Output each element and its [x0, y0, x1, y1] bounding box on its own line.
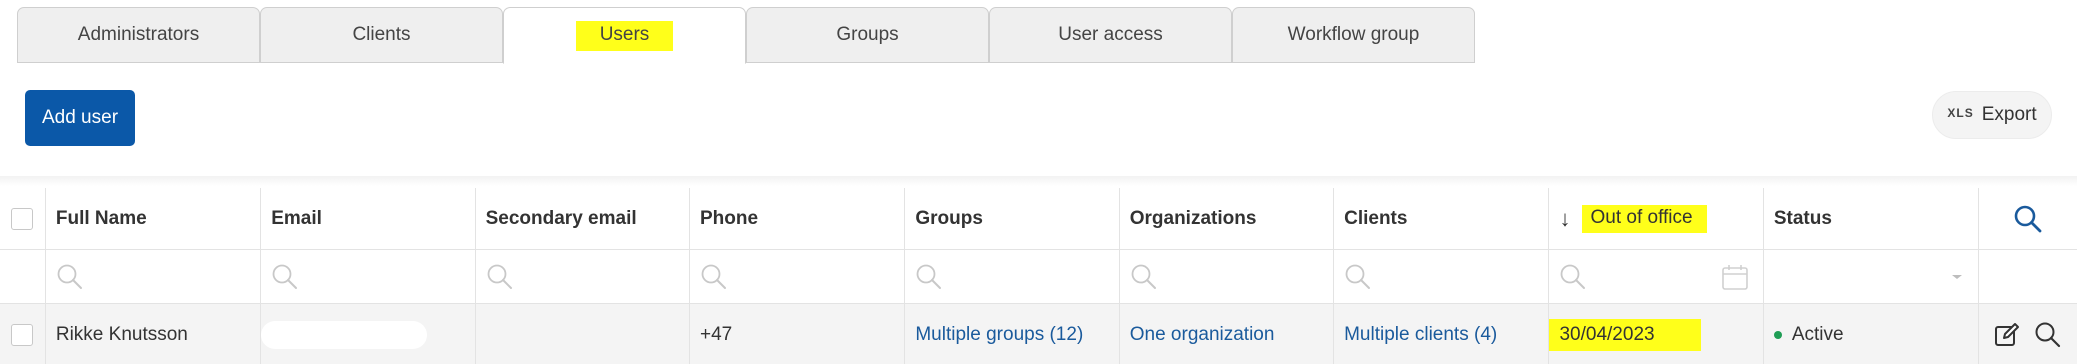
filter-organizations[interactable] [1120, 250, 1335, 303]
users-table: Full Name Email Secondary email Phone Gr… [0, 188, 2077, 364]
cell-secondary-email [476, 304, 690, 364]
table-shadow [0, 176, 2077, 186]
column-header-secondary-email[interactable]: Secondary email [476, 188, 690, 249]
filter-spacer [1979, 250, 2077, 303]
groups-link[interactable]: Multiple groups (12) [915, 324, 1083, 346]
filter-email[interactable] [261, 250, 476, 303]
calendar-icon[interactable] [1721, 263, 1749, 291]
search-icon[interactable] [2013, 204, 2043, 234]
search-icon [1345, 264, 1371, 289]
table-row[interactable]: Rikke Knutsson +47 Multiple groups (12) … [0, 304, 2077, 364]
add-user-button[interactable]: Add user [25, 90, 135, 146]
filter-clients[interactable] [1334, 250, 1550, 303]
column-label: Clients [1344, 207, 1408, 229]
full-name-text: Rikke Knutsson [55, 323, 188, 345]
tab-user-access[interactable]: User access [989, 7, 1232, 63]
redacted-email [261, 320, 428, 349]
tab-workflow-group[interactable]: Workflow group [1232, 7, 1475, 63]
row-checkbox[interactable] [11, 323, 34, 346]
filter-status[interactable] [1764, 250, 1980, 303]
table-filter-row [0, 250, 2077, 304]
tab-label: User access [1058, 24, 1163, 45]
chevron-down-icon [1952, 274, 1963, 279]
tab-bar: Administrators Clients Users Groups User… [17, 7, 1475, 64]
column-label: Full Name [55, 207, 147, 229]
select-all-checkbox[interactable] [11, 207, 34, 230]
tab-users[interactable]: Users [503, 7, 746, 64]
search-icon [701, 264, 726, 289]
cell-email [261, 304, 476, 364]
tab-label: Workflow group [1287, 24, 1420, 45]
search-icon [487, 264, 512, 289]
column-header-phone[interactable]: Phone [690, 188, 906, 249]
search-icon [1131, 264, 1156, 289]
row-actions [1979, 304, 2077, 364]
status-text: Active [1791, 323, 1844, 345]
column-header-email[interactable]: Email [261, 188, 476, 249]
tab-clients[interactable]: Clients [260, 7, 503, 63]
status-active-dot [1773, 330, 1782, 339]
column-header-groups[interactable]: Groups [905, 188, 1120, 249]
column-label: Out of office [1582, 204, 1707, 233]
tab-label: Users [575, 20, 674, 51]
column-label: Secondary email [485, 207, 637, 229]
cell-groups: Multiple groups (12) [905, 304, 1120, 364]
export-label: Export [1981, 104, 2037, 125]
column-label: Email [271, 207, 322, 229]
column-header-status[interactable]: Status [1764, 188, 1980, 249]
filter-full-name[interactable] [46, 250, 262, 303]
column-header-organizations[interactable]: Organizations [1120, 188, 1335, 249]
filter-spacer [0, 250, 46, 303]
table-header-row: Full Name Email Secondary email Phone Gr… [0, 188, 2077, 250]
tab-label: Administrators [77, 24, 200, 45]
search-icon [1561, 264, 1586, 289]
filter-out-of-office[interactable] [1549, 250, 1764, 303]
cell-out-of-office: 30/04/2023 [1549, 304, 1764, 364]
table-search-cell [1979, 188, 2077, 249]
search-icon[interactable] [2034, 321, 2062, 349]
clients-link[interactable]: Multiple clients (4) [1344, 324, 1497, 346]
tab-label: Groups [836, 24, 899, 45]
organizations-link[interactable]: One organization [1130, 324, 1275, 346]
search-icon [57, 264, 82, 289]
cell-clients: Multiple clients (4) [1334, 304, 1550, 364]
cell-organizations: One organization [1120, 304, 1335, 364]
column-label: Organizations [1129, 207, 1257, 229]
tab-groups[interactable]: Groups [746, 7, 989, 63]
column-label: Phone [699, 207, 759, 229]
phone-text: +47 [699, 323, 733, 345]
xls-icon: XLS [1947, 106, 1974, 120]
column-header-clients[interactable]: Clients [1334, 188, 1550, 249]
filter-groups[interactable] [905, 250, 1120, 303]
cell-phone: +47 [690, 304, 906, 364]
search-icon [916, 264, 942, 289]
tab-administrators[interactable]: Administrators [17, 7, 260, 63]
out-of-office-date: 30/04/2023 [1549, 318, 1701, 351]
column-label: Status [1773, 207, 1832, 229]
edit-icon[interactable] [1994, 322, 2020, 348]
sort-desc-icon: ↓ [1559, 205, 1571, 231]
column-label: Groups [915, 207, 983, 229]
select-all-cell [0, 188, 46, 249]
column-header-out-of-office[interactable]: ↓ Out of office [1549, 188, 1764, 249]
filter-secondary-email[interactable] [476, 250, 690, 303]
search-icon [272, 264, 298, 289]
cell-status: Active [1764, 304, 1980, 364]
export-button[interactable]: XLS Export [1932, 91, 2052, 139]
row-select-cell [0, 304, 46, 364]
filter-phone[interactable] [690, 250, 906, 303]
column-header-full-name[interactable]: Full Name [46, 188, 262, 249]
tab-label: Clients [352, 24, 411, 45]
cell-full-name: Rikke Knutsson [46, 304, 262, 364]
